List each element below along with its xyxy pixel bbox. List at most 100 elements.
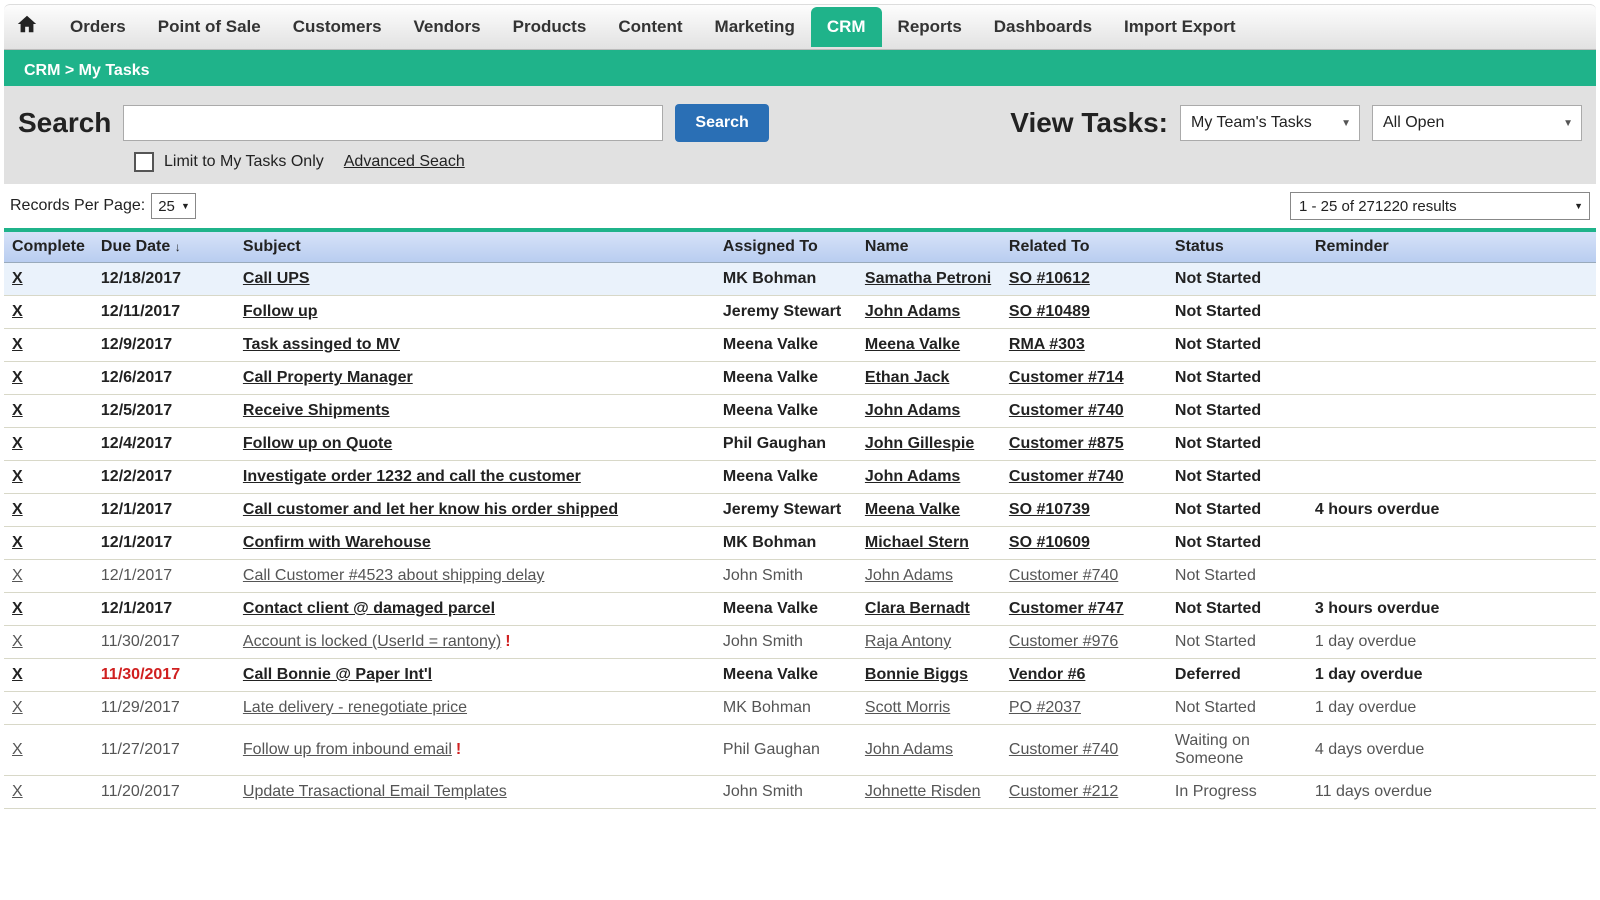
name-link[interactable]: John Gillespie [865,435,974,452]
subject-link[interactable]: Follow up from inbound email [243,741,452,758]
name-link[interactable]: Michael Stern [865,534,969,551]
col-assigned-to[interactable]: Assigned To [715,232,857,263]
advanced-search-link[interactable]: Advanced Seach [344,153,465,171]
col-status[interactable]: Status [1167,232,1307,263]
name-link[interactable]: Bonnie Biggs [865,666,968,683]
nav-import-export[interactable]: Import Export [1108,7,1251,47]
complete-link[interactable]: X [12,699,23,717]
col-subject[interactable]: Subject [235,232,715,263]
subject-link[interactable]: Call customer and let her know his order… [243,501,618,518]
subject-link[interactable]: Investigate order 1232 and call the cust… [243,468,581,485]
subject-link[interactable]: Call UPS [243,270,310,287]
name-link[interactable]: John Adams [865,402,960,419]
complete-link[interactable]: X [12,534,23,552]
related-to-link[interactable]: RMA #303 [1009,336,1085,353]
nav-customers[interactable]: Customers [277,7,398,47]
related-to-link[interactable]: SO #10609 [1009,534,1090,551]
related-to-link[interactable]: PO #2037 [1009,699,1081,716]
complete-link[interactable]: X [12,666,23,684]
reminder: 4 hours overdue [1307,494,1596,527]
name-link[interactable]: Meena Valke [865,336,960,353]
col-complete[interactable]: Complete [4,232,93,263]
status: Not Started [1167,395,1307,428]
related-to-link[interactable]: Customer #976 [1009,633,1118,650]
status: Not Started [1167,527,1307,560]
subject-link[interactable]: Contact client @ damaged parcel [243,600,495,617]
related-to-link[interactable]: SO #10612 [1009,270,1090,287]
name-link[interactable]: John Adams [865,468,960,485]
search-button[interactable]: Search [675,104,768,142]
col-due-date[interactable]: Due Date ↓ [93,232,235,263]
complete-link[interactable]: X [12,435,23,453]
nav-reports[interactable]: Reports [882,7,978,47]
related-to-link[interactable]: Customer #875 [1009,435,1124,452]
related-to-link[interactable]: SO #10739 [1009,501,1090,518]
nav-vendors[interactable]: Vendors [398,7,497,47]
nav-point-of-sale[interactable]: Point of Sale [142,7,277,47]
complete-link[interactable]: X [12,402,23,420]
complete-link[interactable]: X [12,741,23,759]
complete-link[interactable]: X [12,468,23,486]
assigned-to: John Smith [715,626,857,659]
complete-link[interactable]: X [12,633,23,651]
related-to-link[interactable]: Customer #747 [1009,600,1124,617]
complete-link[interactable]: X [12,567,23,585]
subject-link[interactable]: Receive Shipments [243,402,390,419]
name-link[interactable]: Samatha Petroni [865,270,991,287]
results-range-select[interactable]: 1 - 25 of 271220 results [1290,192,1590,220]
limit-checkbox[interactable] [134,152,154,172]
nav-content[interactable]: Content [602,7,698,47]
status: Not Started [1167,494,1307,527]
name-link[interactable]: Clara Bernadt [865,600,970,617]
related-to-link[interactable]: Customer #740 [1009,468,1124,485]
home-icon[interactable] [16,13,38,41]
name-link[interactable]: Johnette Risden [865,783,981,800]
related-to-link[interactable]: SO #10489 [1009,303,1090,320]
subject-link[interactable]: Follow up [243,303,318,320]
records-per-page-select[interactable]: 25 [151,193,196,219]
search-input[interactable] [123,105,663,141]
name-link[interactable]: Meena Valke [865,501,960,518]
complete-link[interactable]: X [12,369,23,387]
complete-link[interactable]: X [12,336,23,354]
related-to-link[interactable]: Customer #714 [1009,369,1124,386]
subject-link[interactable]: Call Property Manager [243,369,413,386]
name-link[interactable]: Raja Antony [865,633,951,650]
complete-link[interactable]: X [12,501,23,519]
subject-link[interactable]: Account is locked (UserId = rantony) [243,633,501,650]
subject-link[interactable]: Call Bonnie @ Paper Int'l [243,666,432,683]
nav-dashboards[interactable]: Dashboards [978,7,1108,47]
col-reminder[interactable]: Reminder [1307,232,1596,263]
col-related-to[interactable]: Related To [1001,232,1167,263]
complete-link[interactable]: X [12,270,23,288]
col-name[interactable]: Name [857,232,1001,263]
name-link[interactable]: Ethan Jack [865,369,949,386]
subject-link[interactable]: Follow up on Quote [243,435,392,452]
subject-link[interactable]: Update Trasactional Email Templates [243,783,507,800]
name-link[interactable]: John Adams [865,303,960,320]
name-link[interactable]: John Adams [865,567,953,584]
related-to-link[interactable]: Customer #740 [1009,402,1124,419]
assigned-to: Meena Valke [715,395,857,428]
assigned-to: Meena Valke [715,659,857,692]
related-to-link[interactable]: Customer #740 [1009,567,1118,584]
related-to-link[interactable]: Customer #740 [1009,741,1118,758]
subject-link[interactable]: Confirm with Warehouse [243,534,431,551]
filter-dropdown[interactable]: All Open [1372,105,1582,141]
complete-link[interactable]: X [12,303,23,321]
assigned-to: Meena Valke [715,329,857,362]
nav-products[interactable]: Products [497,7,603,47]
related-to-link[interactable]: Vendor #6 [1009,666,1085,683]
nav-marketing[interactable]: Marketing [699,7,811,47]
nav-orders[interactable]: Orders [54,7,142,47]
complete-link[interactable]: X [12,783,23,801]
name-link[interactable]: Scott Morris [865,699,950,716]
subject-link[interactable]: Late delivery - renegotiate price [243,699,467,716]
related-to-link[interactable]: Customer #212 [1009,783,1118,800]
nav-crm[interactable]: CRM [811,7,882,47]
name-link[interactable]: John Adams [865,741,953,758]
view-tasks-dropdown[interactable]: My Team's Tasks [1180,105,1360,141]
complete-link[interactable]: X [12,600,23,618]
subject-link[interactable]: Call Customer #4523 about shipping delay [243,567,545,584]
subject-link[interactable]: Task assinged to MV [243,336,400,353]
